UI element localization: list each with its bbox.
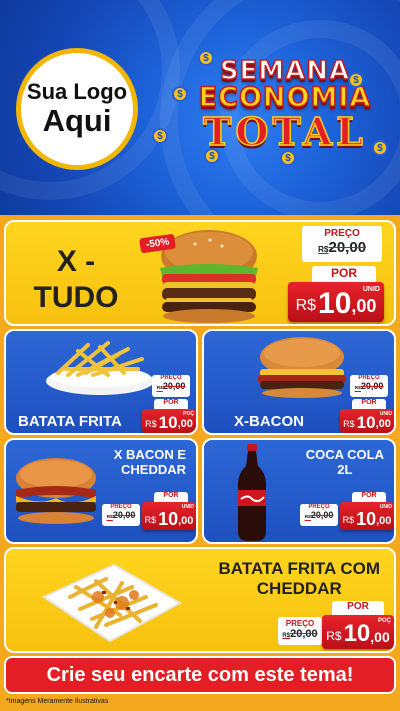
product-card-coca-cola[interactable]: COCA COLA 2L PREÇO R$20,00 POR R$ 10 ,00… xyxy=(202,438,396,544)
coin-icon: $ xyxy=(152,128,168,144)
current-price: R$ 10 ,00 UNID xyxy=(142,502,196,530)
current-price: R$ 10 ,00 POÇ xyxy=(322,615,394,649)
por-label: POR xyxy=(154,492,188,502)
soda-bottle-image xyxy=(237,444,267,541)
coin-icon: $ xyxy=(198,50,214,66)
burger-image xyxy=(16,458,96,524)
product-name-line2: CHEDDAR xyxy=(121,461,186,477)
price-label: PREÇO xyxy=(302,226,382,239)
header-banner: Sua Logo Aqui SEMANA ECONOMIA TOTAL $ $ … xyxy=(0,0,400,215)
old-price: R$20,00 xyxy=(282,628,318,640)
current-price: R$ 10 ,00 UNID xyxy=(340,502,394,530)
coin-icon: $ xyxy=(348,72,364,88)
cheddar-fries-image xyxy=(41,563,183,643)
featured-name-line2: TUDO xyxy=(33,281,119,314)
price-unit: UNID xyxy=(362,286,380,293)
current-price: R$ 10 ,00 UNID xyxy=(288,282,384,322)
coin-icon: $ xyxy=(172,86,188,102)
por-label: POR xyxy=(312,266,376,282)
product-card-x-bacon[interactable]: X-BACON PREÇO R$20,00 POR R$ 10 ,00 UNID xyxy=(202,329,396,435)
product-name: X BACON E CHEDDAR xyxy=(113,447,186,478)
old-price: R$20,00 xyxy=(354,381,384,391)
current-price: R$ 10 ,00 UNID xyxy=(340,409,394,433)
product-card-x-bacon-cheddar[interactable]: X BACON E CHEDDAR PREÇO R$20,00 POR R$ 1… xyxy=(4,438,198,544)
old-price-tag: PREÇO R$20,00 xyxy=(300,504,338,526)
coin-icon: $ xyxy=(204,148,220,164)
product-name-line2: CHEDDAR xyxy=(256,578,342,598)
old-price-tag: PREÇO R$20,00 xyxy=(152,375,190,397)
create-flyer-button[interactable]: Crie seu encarte com este tema! xyxy=(4,656,396,694)
por-label: POR xyxy=(352,399,386,409)
logo-text-line2: Aqui xyxy=(42,103,112,139)
price-decimal: ,00 xyxy=(351,296,377,316)
product-name-line1: COCA COLA xyxy=(305,447,384,462)
por-label: POR xyxy=(154,399,188,409)
featured-name-line1: X - xyxy=(56,245,96,278)
price-integer: 10 xyxy=(318,287,352,320)
product-name: BATATA FRITA COM CHEDDAR xyxy=(219,559,380,598)
title-line3: TOTAL xyxy=(202,108,367,155)
product-name: X-BACON xyxy=(234,413,304,430)
currency-symbol: R$ xyxy=(295,297,317,314)
logo-text-line1: Sua Logo xyxy=(26,78,128,104)
product-name-line1: X BACON E xyxy=(113,447,186,462)
coin-icon: $ xyxy=(372,140,388,156)
product-name-line2: 2L xyxy=(337,461,353,477)
old-price-tag: PREÇO R$20,00 xyxy=(102,504,140,526)
disclaimer-footnote: *Imagens Meramente Ilustrativas xyxy=(6,698,109,705)
old-price: R$20,00 xyxy=(156,381,186,391)
coin-icon: $ xyxy=(280,150,296,166)
old-price-tag: PREÇO R$20,00 xyxy=(278,617,322,645)
product-name: COCA COLA 2L xyxy=(305,447,384,478)
por-label: POR xyxy=(332,601,384,615)
product-card-batata-frita[interactable]: BATATA FRITA PREÇO R$20,00 POR R$ 10 ,00… xyxy=(4,329,198,435)
featured-product-card[interactable]: X - TUDO -50% PREÇO R$20,00 POR R$ 10 ,0… xyxy=(4,220,396,326)
product-name-line1: BATATA FRITA COM xyxy=(218,559,380,578)
campaign-title: SEMANA ECONOMIA TOTAL xyxy=(175,55,395,155)
fries-image xyxy=(46,341,154,395)
featured-product-name: X - TUDO xyxy=(16,244,136,316)
price-label: PREÇO xyxy=(278,617,322,628)
burger-image xyxy=(258,337,346,398)
old-price: R$20,00 xyxy=(106,510,136,520)
product-card-batata-cheddar[interactable]: BATATA FRITA COM CHEDDAR PREÇO R$20,00 P… xyxy=(4,547,396,653)
old-price-tag: PREÇO R$20,00 xyxy=(350,375,388,397)
old-price: R$20,00 xyxy=(317,239,367,256)
por-label: POR xyxy=(352,492,386,502)
store-logo-placeholder[interactable]: Sua Logo Aqui xyxy=(16,48,138,170)
old-price: R$20,00 xyxy=(304,510,334,520)
current-price: R$ 10 ,00 POÇ xyxy=(142,409,196,433)
old-price-tag: PREÇO R$20,00 xyxy=(302,226,382,262)
product-name: BATATA FRITA xyxy=(18,413,122,430)
